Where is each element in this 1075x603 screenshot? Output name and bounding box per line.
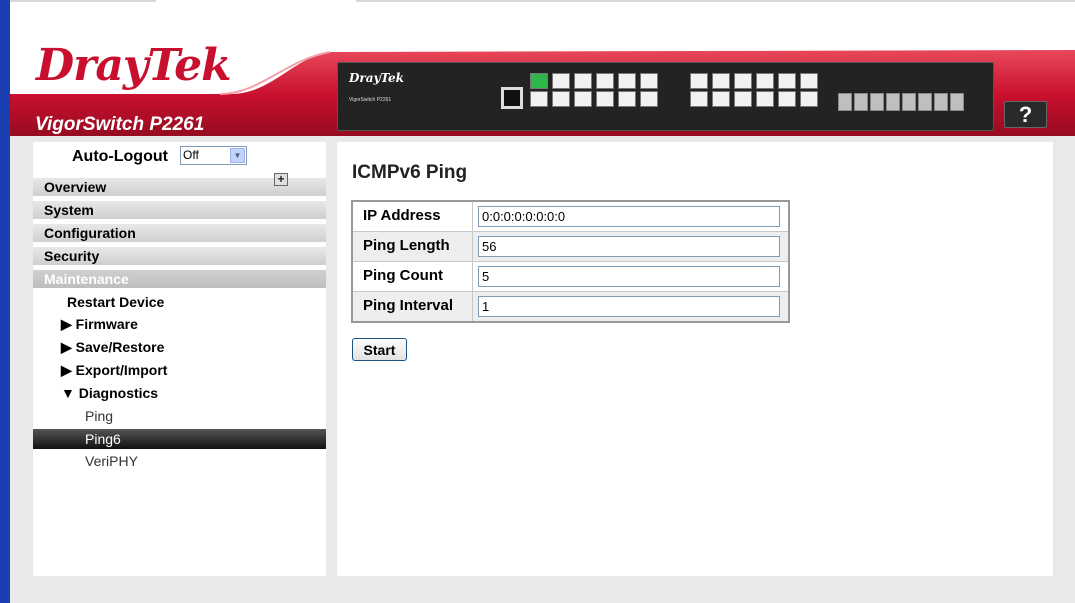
sfp-port-icon [950, 93, 964, 111]
port-icon [574, 91, 592, 107]
sidebar-item-ping[interactable]: Ping [85, 408, 113, 424]
device-logo: DrayTek [349, 71, 404, 85]
port-icon [640, 91, 658, 107]
port-group-1 [530, 73, 658, 107]
port-icon [712, 91, 730, 107]
sidebar-item-diagnostics[interactable]: ▼ Diagnostics [61, 385, 158, 401]
port-icon [712, 73, 730, 89]
draytek-logo: DrayTek [36, 40, 232, 91]
sfp-port-icon [934, 93, 948, 111]
port-icon [552, 73, 570, 89]
ping-interval-input[interactable] [478, 296, 780, 317]
sfp-port-group [838, 93, 964, 111]
sfp-port-icon [902, 93, 916, 111]
autologout-select[interactable]: Off ▼ [180, 146, 247, 165]
port-icon [778, 91, 796, 107]
port-icon [618, 73, 636, 89]
sfp-port-icon [870, 93, 884, 111]
sidebar-item-export-import[interactable]: ▶ Export/Import [61, 362, 167, 379]
port-group-2 [690, 73, 818, 107]
ip-address-label: IP Address [363, 207, 441, 224]
port-icon [734, 91, 752, 107]
sidebar-item-ping6[interactable]: Ping6 [33, 429, 326, 449]
port-icon [800, 73, 818, 89]
menu-configuration[interactable]: Configuration [33, 223, 326, 242]
form-row-ping-interval: Ping Interval [353, 292, 788, 321]
sfp-port-icon [854, 93, 868, 111]
ping-form-table: IP Address Ping Length Ping Count Ping I… [351, 200, 790, 323]
model-name: VigorSwitch P2261 [35, 114, 205, 135]
form-row-ping-length: Ping Length [353, 232, 788, 262]
window-left-border [0, 0, 10, 603]
port-icon [618, 91, 636, 107]
port-icon [690, 73, 708, 89]
console-port-icon [501, 87, 523, 109]
expand-plus-icon[interactable]: + [274, 173, 288, 186]
ping-interval-label: Ping Interval [363, 297, 454, 314]
chevron-down-icon[interactable]: ▼ [230, 148, 245, 163]
port-icon [596, 91, 614, 107]
sidebar-item-veriphy[interactable]: VeriPHY [85, 453, 138, 469]
start-button[interactable]: Start [352, 338, 407, 361]
ping-length-input[interactable] [478, 236, 780, 257]
sfp-port-icon [838, 93, 852, 111]
ping-length-label: Ping Length [363, 237, 450, 254]
sfp-port-icon [918, 93, 932, 111]
page-title: ICMPv6 Ping [352, 162, 468, 183]
device-model-text: VigorSwitch P2261 [349, 97, 392, 103]
port-icon [756, 73, 774, 89]
port-icon [530, 73, 548, 89]
autologout-value: Off [183, 148, 199, 162]
ping-count-input[interactable] [478, 266, 780, 287]
form-row-ip-address: IP Address [353, 202, 788, 232]
port-icon [800, 91, 818, 107]
port-icon [552, 91, 570, 107]
sidebar-item-restart-device[interactable]: Restart Device [67, 294, 164, 310]
sidebar-item-save-restore[interactable]: ▶ Save/Restore [61, 339, 164, 356]
port-icon [778, 73, 796, 89]
form-row-ping-count: Ping Count [353, 262, 788, 292]
ip-address-input[interactable] [478, 206, 780, 227]
port-icon [734, 73, 752, 89]
port-icon [596, 73, 614, 89]
menu-security[interactable]: Security [33, 246, 326, 265]
port-icon [690, 91, 708, 107]
port-icon [756, 91, 774, 107]
help-button[interactable]: ? [1004, 101, 1047, 128]
sfp-port-icon [886, 93, 900, 111]
menu-maintenance[interactable]: Maintenance [33, 269, 326, 288]
sidebar-item-firmware[interactable]: ▶ Firmware [61, 316, 138, 333]
autologout-label: Auto-Logout [72, 148, 168, 165]
ping-count-label: Ping Count [363, 267, 443, 284]
menu-system[interactable]: System [33, 200, 326, 219]
port-icon [574, 73, 592, 89]
port-icon [640, 73, 658, 89]
port-icon [530, 91, 548, 107]
switch-front-panel-image: DrayTek VigorSwitch P2261 [337, 62, 994, 131]
